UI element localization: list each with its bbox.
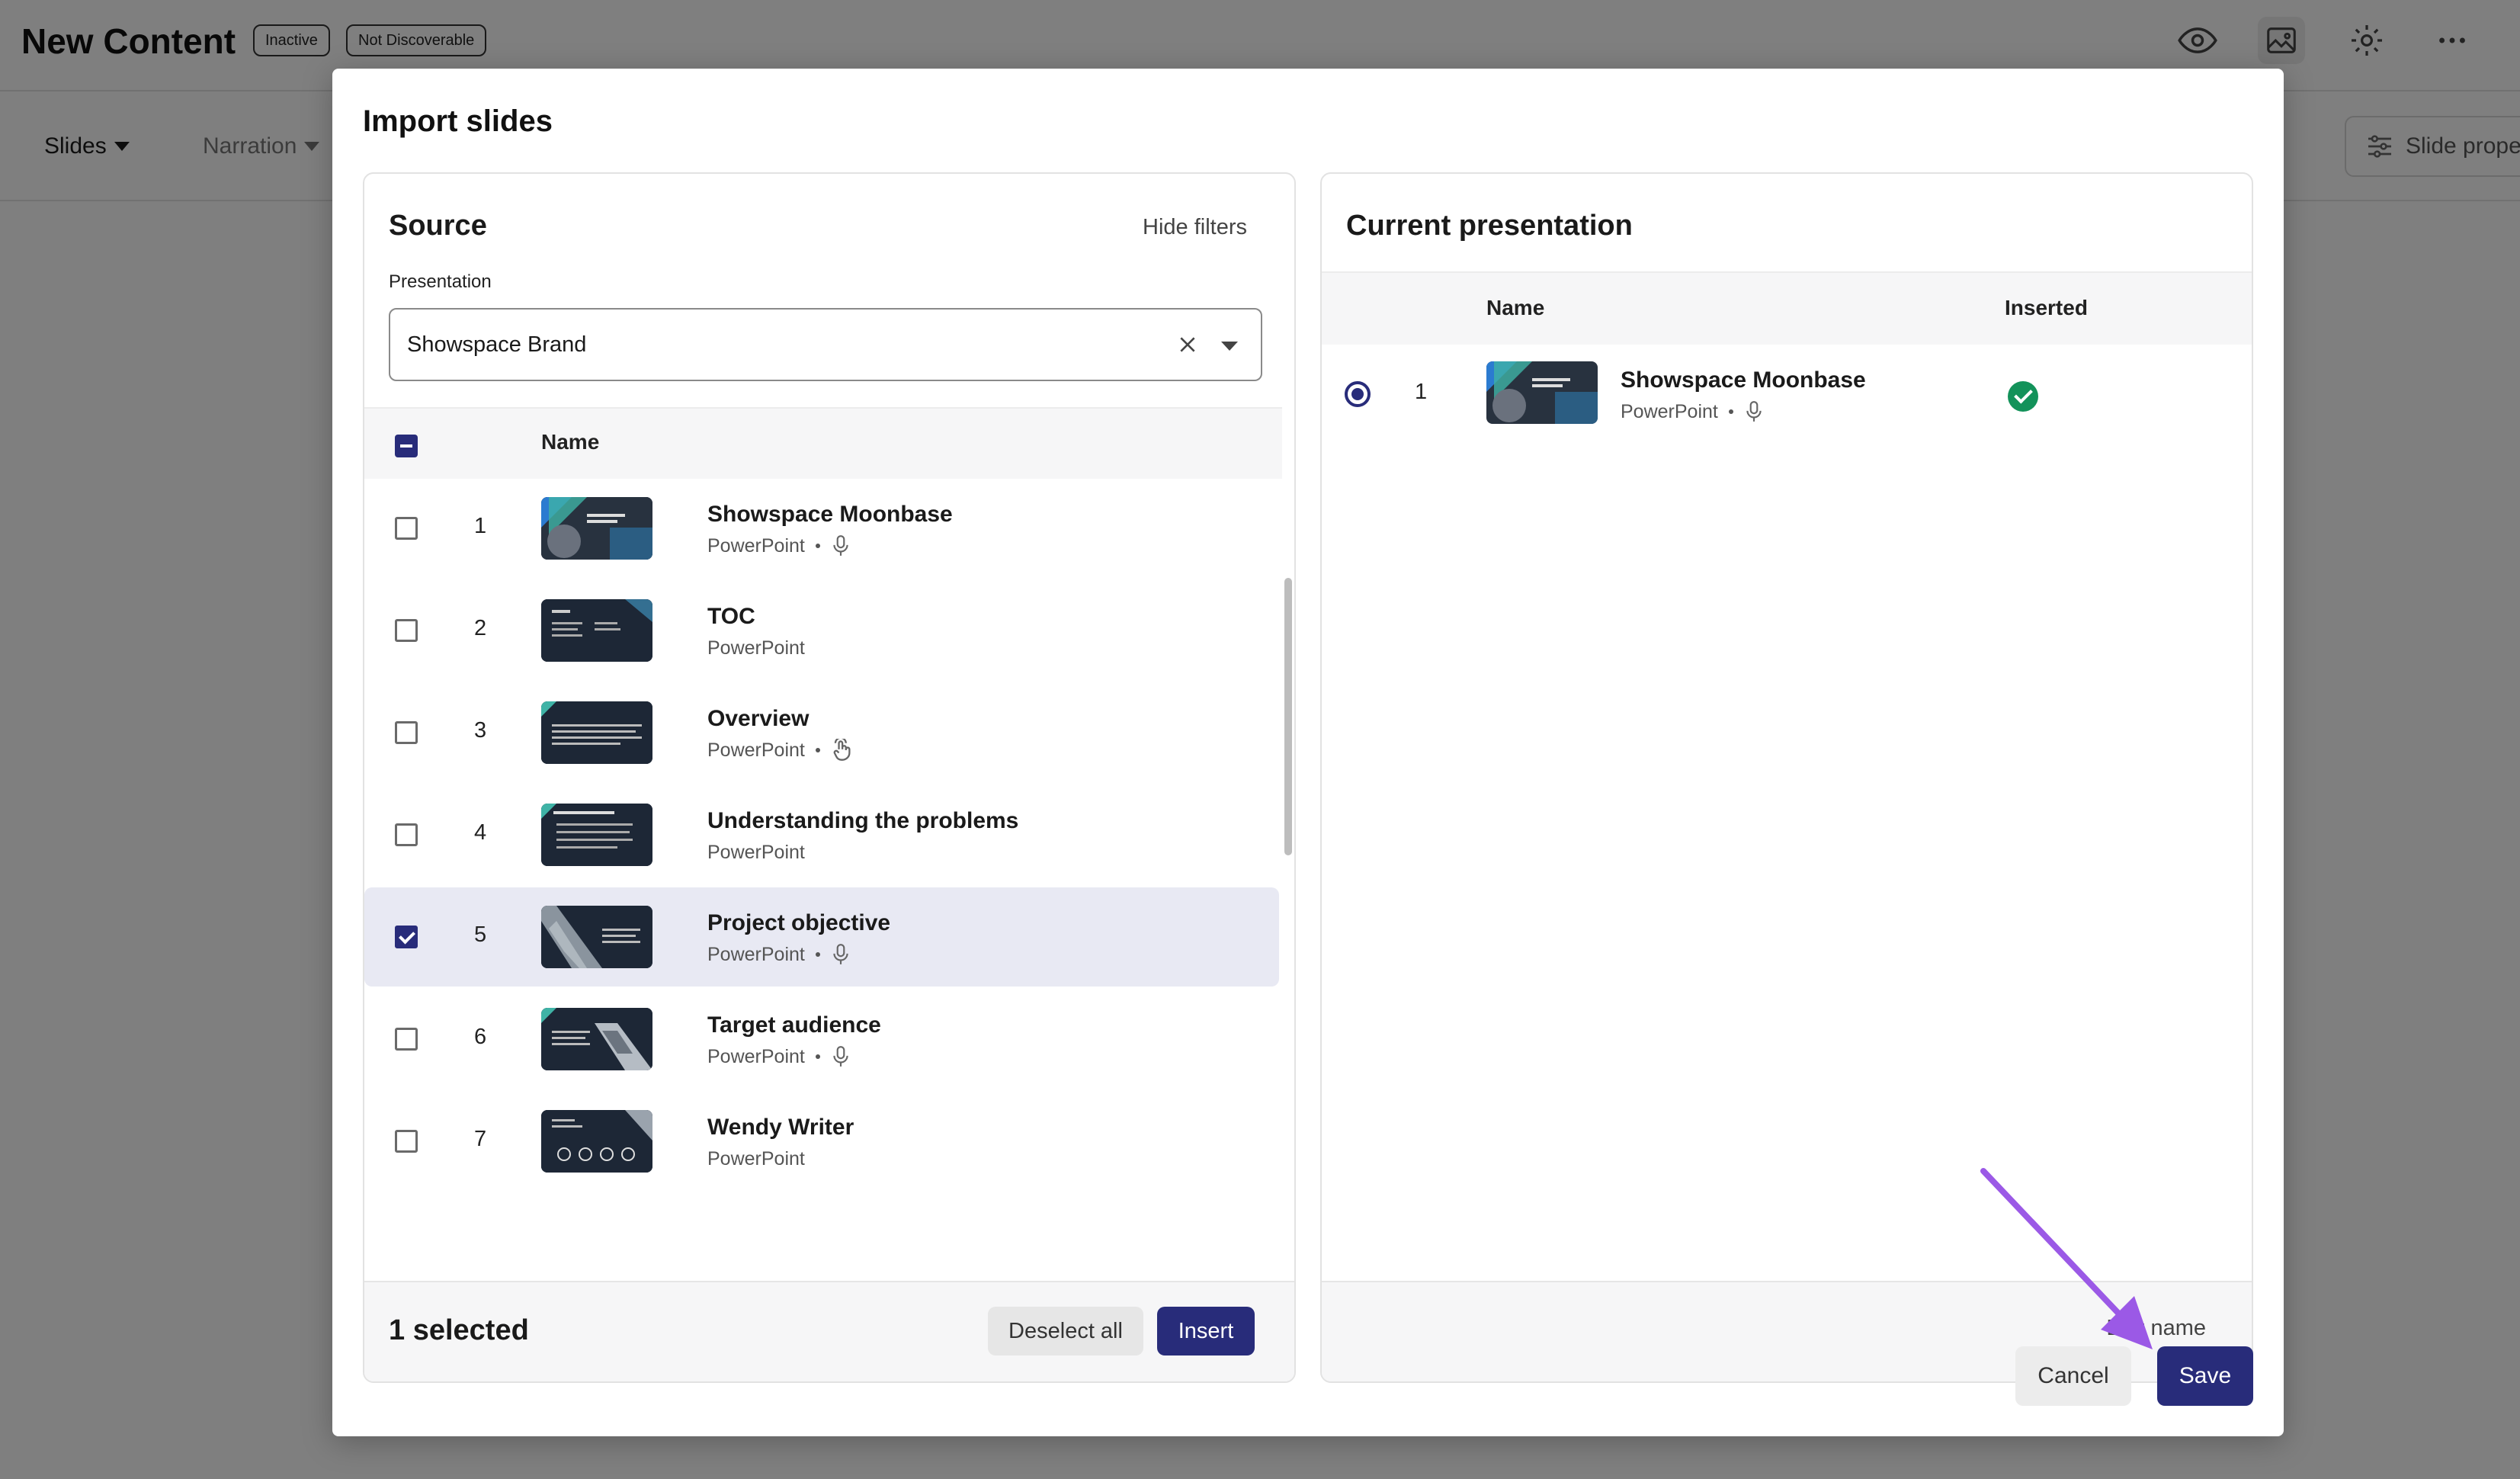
clear-icon[interactable]	[1172, 329, 1203, 360]
slide-number: 1	[474, 514, 487, 538]
slide-type: PowerPoint	[707, 535, 805, 557]
slide-row[interactable]: 7 Wendy Writer PowerPoint	[364, 1092, 1279, 1191]
current-presentation-heading: Current presentation	[1346, 210, 1633, 242]
presentation-select[interactable]: Showspace Brand	[389, 308, 1262, 381]
row-checkbox[interactable]	[395, 1028, 418, 1051]
slide-type: PowerPoint	[707, 1046, 805, 1067]
select-all-checkbox[interactable]	[395, 435, 418, 457]
separator-dot	[815, 952, 820, 957]
slide-row[interactable]: 4 Understanding the problems PowerPoint	[364, 785, 1279, 884]
dialog-title: Import slides	[363, 104, 553, 138]
slide-thumbnail	[541, 906, 652, 968]
import-slides-dialog: Import slides Source Hide filters Presen…	[332, 69, 2284, 1436]
slide-thumbnail	[541, 804, 652, 866]
save-button[interactable]: Save	[2157, 1346, 2253, 1406]
slide-meta: PowerPoint	[707, 738, 852, 762]
slide-row[interactable]: 3 Overview PowerPoint	[364, 683, 1279, 782]
column-header-inserted: Inserted	[2005, 296, 2088, 319]
slide-meta: PowerPoint	[707, 1044, 851, 1069]
microphone-icon	[1746, 401, 1762, 422]
inserted-check-icon	[2008, 381, 2038, 412]
slide-type: PowerPoint	[707, 842, 805, 863]
slide-type: PowerPoint	[707, 637, 805, 659]
current-table-header: Name Inserted	[1322, 271, 2252, 345]
column-header-name: Name	[541, 430, 600, 454]
slide-thumbnail	[541, 497, 652, 560]
slide-thumbnail	[541, 1110, 652, 1173]
slide-number: 5	[474, 922, 487, 947]
slide-name: Project objective	[707, 910, 891, 935]
separator-dot	[1728, 409, 1733, 414]
selected-count: 1 selected	[389, 1314, 529, 1346]
hide-filters-link[interactable]: Hide filters	[1143, 212, 1247, 242]
separator-dot	[815, 748, 820, 752]
row-checkbox[interactable]	[395, 926, 418, 948]
current-slide-row[interactable]: 1 Showspace Moonbase PowerPoint	[1322, 346, 2252, 438]
slide-number: 3	[474, 718, 487, 743]
slide-name: Target audience	[707, 1012, 881, 1038]
slide-meta: PowerPoint	[707, 636, 805, 660]
presentation-select-value: Showspace Brand	[407, 332, 587, 357]
source-heading: Source	[389, 210, 487, 242]
chevron-down-icon[interactable]	[1221, 342, 1238, 351]
slide-number: 6	[474, 1025, 487, 1049]
presentation-label: Presentation	[389, 271, 492, 292]
slide-meta: PowerPoint	[707, 534, 851, 558]
slide-thumbnail	[1486, 361, 1598, 424]
slide-thumbnail	[541, 1008, 652, 1070]
slide-name: Showspace Moonbase	[1621, 367, 1866, 393]
slide-meta: PowerPoint	[707, 942, 851, 967]
slide-type: PowerPoint	[707, 944, 805, 965]
current-presentation-panel: Current presentation Name Inserted 1 Sho…	[1320, 172, 2253, 1383]
slide-name: Wendy Writer	[707, 1115, 854, 1140]
slide-thumbnail	[541, 599, 652, 662]
slide-number: 4	[474, 820, 487, 845]
row-checkbox[interactable]	[395, 1130, 418, 1153]
slide-name: Overview	[707, 706, 810, 731]
source-panel: Source Hide filters Presentation Showspa…	[363, 172, 1296, 1383]
slide-number: 7	[474, 1127, 487, 1151]
scrollbar-thumb[interactable]	[1284, 578, 1292, 855]
slide-name: Understanding the problems	[707, 808, 1019, 833]
microphone-icon	[833, 535, 848, 556]
slide-row[interactable]: 6 Target audience PowerPoint	[364, 990, 1279, 1089]
separator-dot	[815, 544, 820, 548]
edit-name-link[interactable]: Edit name	[2106, 1316, 2206, 1341]
slide-row[interactable]: 2 TOC PowerPoint	[364, 581, 1279, 680]
slide-row[interactable]: 1 Showspace Moonbase PowerPoint	[364, 479, 1279, 578]
slide-type: PowerPoint	[707, 740, 805, 761]
microphone-icon	[833, 1046, 848, 1067]
source-slide-list: 1 Showspace Moonbase PowerPoint 2 TOC Po…	[364, 479, 1282, 1381]
slide-meta: PowerPoint	[707, 840, 805, 865]
row-checkbox[interactable]	[395, 619, 418, 642]
slide-type: PowerPoint	[1621, 401, 1718, 422]
slide-thumbnail	[541, 701, 652, 764]
microphone-icon	[833, 944, 848, 964]
slide-name: TOC	[707, 604, 755, 629]
slide-type: PowerPoint	[707, 1148, 805, 1169]
slide-meta: PowerPoint	[1621, 399, 1764, 424]
list-scrollbar[interactable]	[1282, 479, 1293, 1381]
row-checkbox[interactable]	[395, 517, 418, 540]
deselect-all-button[interactable]: Deselect all	[988, 1307, 1143, 1355]
touch-icon	[833, 739, 851, 761]
column-header-name: Name	[1486, 296, 1545, 319]
row-checkbox[interactable]	[395, 823, 418, 846]
row-checkbox[interactable]	[395, 721, 418, 744]
source-table-header: Name	[364, 407, 1282, 479]
slide-number: 2	[474, 616, 487, 640]
slide-row[interactable]: 5 Project objective PowerPoint	[364, 887, 1279, 987]
source-footer: 1 selected Deselect all Insert	[364, 1281, 1294, 1381]
slide-meta: PowerPoint	[707, 1147, 805, 1171]
insert-button[interactable]: Insert	[1157, 1307, 1255, 1355]
slide-name: Showspace Moonbase	[707, 502, 953, 527]
row-radio[interactable]	[1345, 381, 1371, 407]
separator-dot	[815, 1054, 820, 1059]
slide-number: 1	[1415, 380, 1428, 404]
cancel-button[interactable]: Cancel	[2015, 1346, 2131, 1406]
